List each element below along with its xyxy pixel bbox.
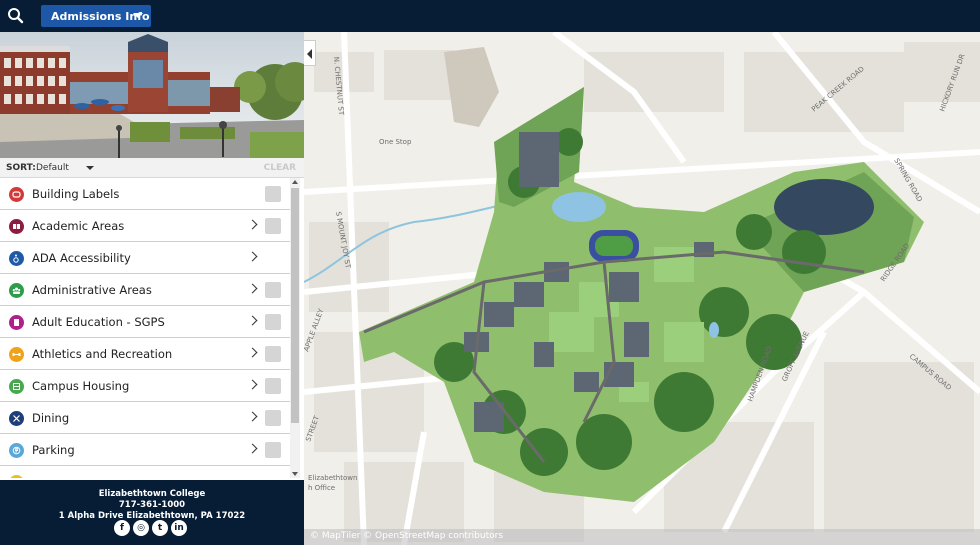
collapse-sidebar-button[interactable] <box>304 40 316 66</box>
building-icon <box>9 315 24 330</box>
dumbbell-icon <box>9 347 24 362</box>
utensils-icon <box>9 411 24 426</box>
caret-down-icon[interactable] <box>86 166 94 170</box>
list-item-label: Administrative Areas <box>32 283 152 297</box>
list-item-campus-housing[interactable]: Campus Housing <box>0 370 290 402</box>
list-item-label: Dining <box>32 411 70 425</box>
sort-dropdown[interactable]: Default <box>36 163 69 173</box>
parking-icon <box>9 443 24 458</box>
list-item-academic-areas[interactable]: Academic Areas <box>0 210 290 242</box>
scroll-down-icon[interactable] <box>292 472 298 476</box>
list-item-label: Parking <box>32 443 75 457</box>
instagram-icon[interactable]: ◎ <box>133 520 149 536</box>
building-labels-icon <box>9 187 24 202</box>
checkbox[interactable] <box>265 218 281 234</box>
scroll-up-icon[interactable] <box>292 180 298 184</box>
campus-photo <box>0 32 304 158</box>
chevron-left-icon <box>307 49 312 59</box>
list-item-athletics[interactable]: Athletics and Recreation <box>0 338 290 370</box>
list-item-label: Athletics and Recreation <box>32 347 173 361</box>
checkbox[interactable] <box>265 346 281 362</box>
top-bar: Admissions Info <box>0 0 980 32</box>
chevron-right-icon[interactable] <box>247 443 258 454</box>
college-phone[interactable]: 717-361-1000 <box>0 500 304 510</box>
checkbox[interactable] <box>265 410 281 426</box>
footer: Elizabethtown College 717-361-1000 1 Alp… <box>0 480 304 545</box>
list-item-label: ADA Accessibility <box>32 251 131 265</box>
chevron-right-icon[interactable] <box>247 283 258 294</box>
people-icon <box>9 283 24 298</box>
chevron-right-icon[interactable] <box>247 315 258 326</box>
sidebar: SORT: Default CLEAR Building Labels Acad… <box>0 32 304 545</box>
checkbox[interactable] <box>265 314 281 330</box>
caret-down-icon <box>133 13 143 18</box>
list-item-partial[interactable] <box>0 466 290 478</box>
checkbox[interactable] <box>265 442 281 458</box>
map-attribution: © MapTiler © OpenStreetMap contributors <box>304 529 980 545</box>
category-icon <box>9 475 24 478</box>
search-button[interactable] <box>6 6 26 26</box>
list-item-building-labels[interactable]: Building Labels <box>0 178 290 210</box>
checkbox[interactable] <box>265 186 281 202</box>
social-links: f ◎ t in <box>114 520 187 536</box>
scroll-thumb[interactable] <box>291 188 299 423</box>
list-scrollbar[interactable] <box>290 178 300 478</box>
checkbox[interactable] <box>265 282 281 298</box>
list-item-label: Academic Areas <box>32 219 125 233</box>
linkedin-icon[interactable]: in <box>171 520 187 536</box>
chevron-right-icon[interactable] <box>247 411 258 422</box>
twitter-icon[interactable]: t <box>152 520 168 536</box>
map-label-office: h Office <box>308 484 335 492</box>
facebook-icon[interactable]: f <box>114 520 130 536</box>
list-item-parking[interactable]: Parking <box>0 434 290 466</box>
category-list: Building Labels Academic Areas ADA Acces… <box>0 178 290 478</box>
map-label-one-stop: One Stop <box>379 138 412 146</box>
list-item-dining[interactable]: Dining <box>0 402 290 434</box>
list-item-administrative-areas[interactable]: Administrative Areas <box>0 274 290 306</box>
sort-label: SORT: <box>6 163 36 173</box>
list-item-adult-education[interactable]: Adult Education - SGPS <box>0 306 290 338</box>
chevron-right-icon[interactable] <box>247 219 258 230</box>
chevron-right-icon[interactable] <box>247 251 258 262</box>
book-icon <box>9 219 24 234</box>
campus-map[interactable]: N. CHESTNUT ST One Stop S MOUNT JOY ST A… <box>304 32 980 545</box>
sort-bar: SORT: Default CLEAR <box>0 158 304 178</box>
wheelchair-icon <box>9 251 24 266</box>
admissions-info-button[interactable]: Admissions Info <box>41 5 151 27</box>
checkbox[interactable] <box>265 378 281 394</box>
list-item-label: Building Labels <box>32 187 120 201</box>
housing-icon <box>9 379 24 394</box>
chevron-right-icon[interactable] <box>247 347 258 358</box>
chevron-right-icon[interactable] <box>247 379 258 390</box>
clear-button[interactable]: CLEAR <box>264 163 296 173</box>
list-item-label: Adult Education - SGPS <box>32 315 165 329</box>
map-label-elizabethtown: Elizabethtown <box>308 474 357 482</box>
list-item-ada-accessibility[interactable]: ADA Accessibility <box>0 242 290 274</box>
list-item-label: Campus Housing <box>32 379 130 393</box>
college-name: Elizabethtown College <box>98 489 206 499</box>
search-icon <box>8 8 24 24</box>
